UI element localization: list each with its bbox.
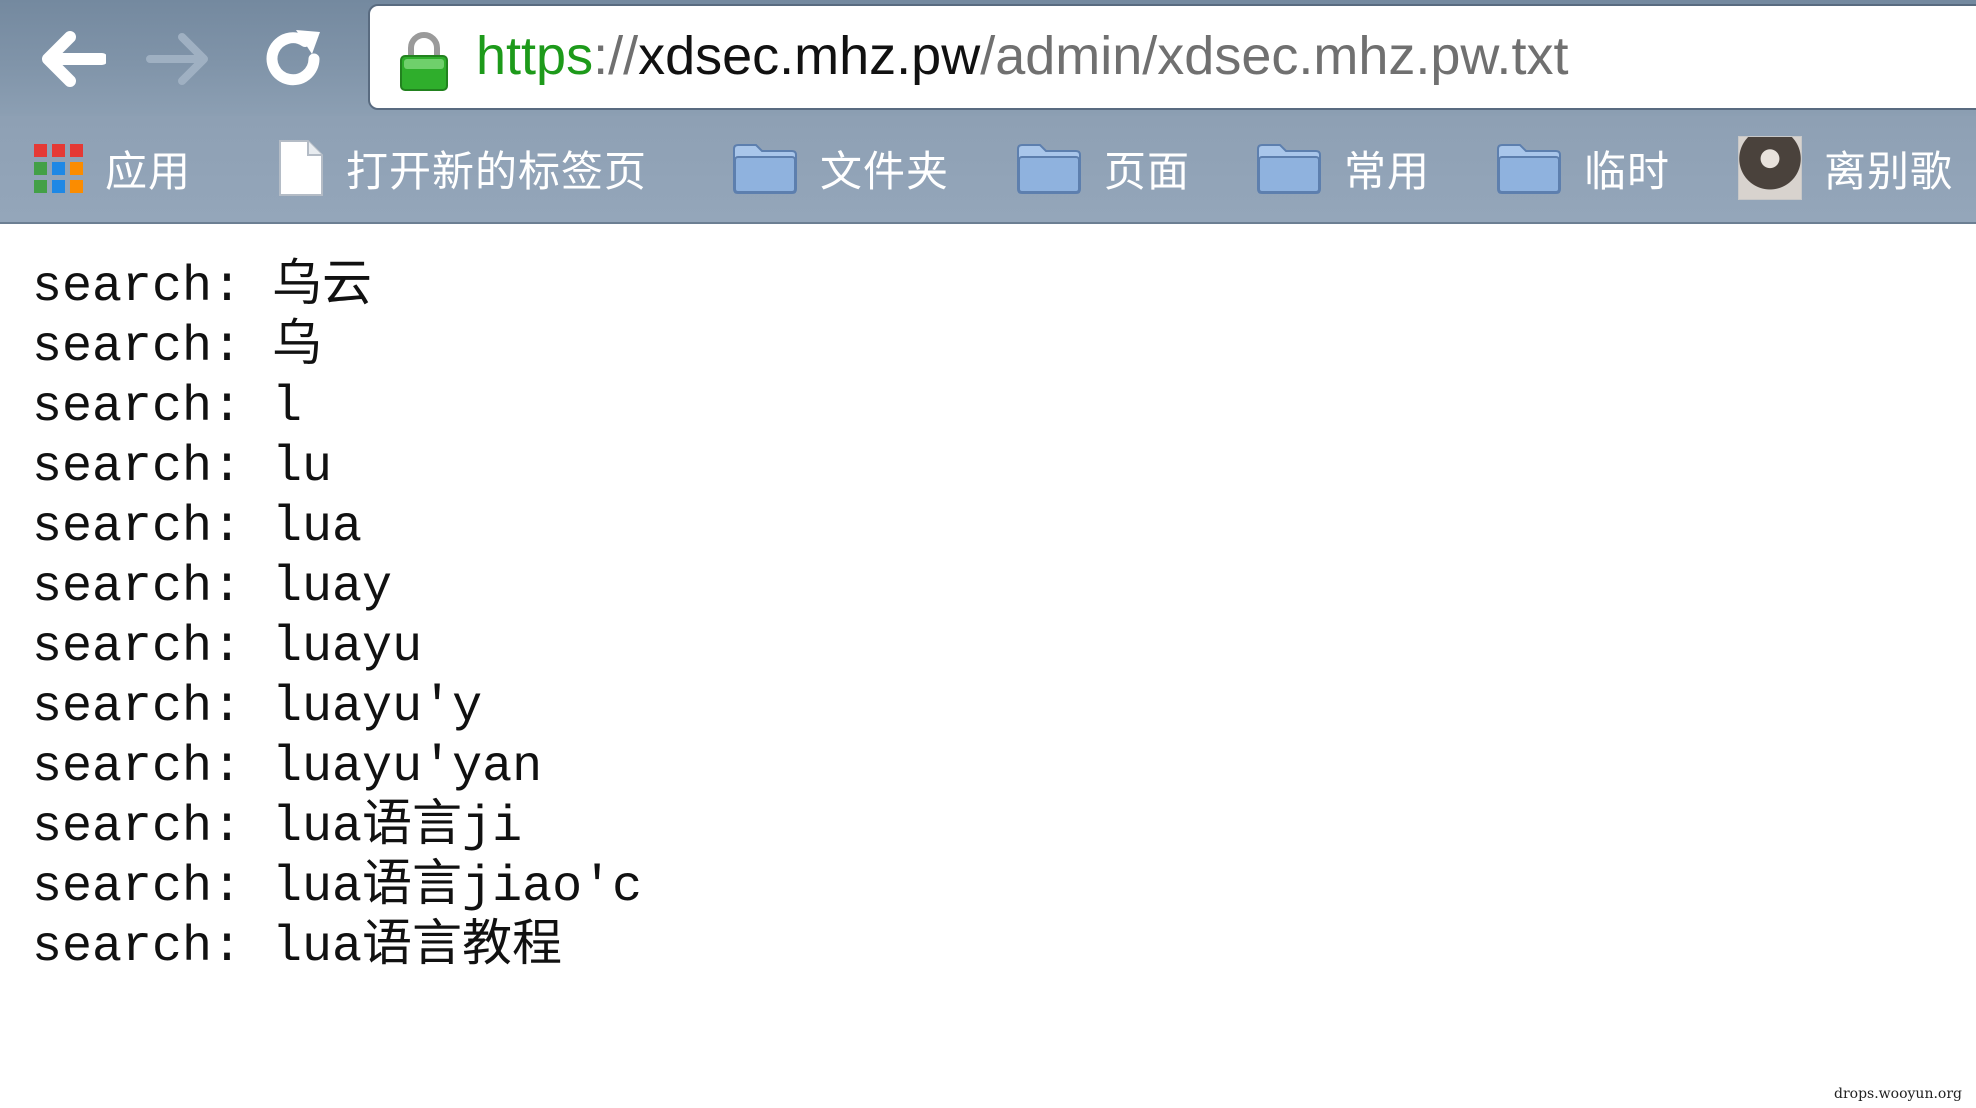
log-line-value: lu: [272, 439, 333, 496]
bookmark-folder-pages[interactable]: 页面: [1016, 134, 1190, 202]
log-line: search: luayu'yan: [32, 738, 642, 798]
log-line-value: lua语言教程: [272, 919, 563, 976]
bookmark-folder-files[interactable]: 文件夹: [732, 134, 949, 202]
bookmark-label: 页面: [1104, 146, 1191, 196]
reload-button[interactable]: [248, 22, 338, 96]
bookmarks-bar: 应用 打开新的标签页 文件夹 页面 常用 临时 离别歌: [0, 116, 1976, 224]
log-line-prefix: search:: [32, 439, 273, 496]
log-line: search: lu: [32, 438, 642, 498]
forward-arrow-icon: [146, 28, 216, 90]
log-line-value: l: [272, 379, 303, 436]
log-line: search: 乌云: [32, 258, 642, 318]
log-line-prefix: search:: [32, 319, 273, 376]
log-line-value: luayu'y: [272, 679, 483, 736]
url-separator: ://: [593, 26, 639, 86]
back-button[interactable]: [26, 22, 116, 96]
log-line-value: luay: [272, 559, 393, 616]
bookmark-label: 文件夹: [820, 146, 950, 196]
log-line-prefix: search:: [32, 619, 273, 676]
log-line-value: 乌云: [272, 259, 373, 316]
log-line-prefix: search:: [32, 799, 273, 856]
url-host: xdsec.mhz.pw: [638, 26, 981, 86]
bookmark-apps[interactable]: 应用: [34, 134, 191, 202]
page-icon: [278, 139, 324, 197]
log-line: search: lua: [32, 498, 642, 558]
log-line: search: lua语言jiao'c: [32, 858, 642, 918]
back-arrow-icon: [36, 28, 106, 90]
folder-icon: [1496, 141, 1562, 195]
log-line: search: 乌: [32, 318, 642, 378]
folder-icon: [1256, 141, 1322, 195]
log-line-prefix: search:: [32, 499, 273, 556]
address-bar[interactable]: https://xdsec.mhz.pw/admin/xdsec.mhz.pw.…: [368, 4, 1976, 110]
plain-text-document: search: 乌云 search: 乌 search: l search: l…: [32, 258, 642, 978]
log-line: search: luayu: [32, 618, 642, 678]
log-line: search: l: [32, 378, 642, 438]
bookmark-libiege[interactable]: 离别歌: [1738, 134, 1953, 202]
log-line-prefix: search:: [32, 859, 273, 916]
log-line-value: luayu'yan: [272, 739, 543, 796]
log-line-value: lua: [272, 499, 363, 556]
log-line: search: lua语言教程: [32, 918, 642, 978]
log-line-prefix: search:: [32, 559, 273, 616]
log-line-value: 乌: [272, 319, 323, 376]
log-line-prefix: search:: [32, 919, 273, 976]
log-line-prefix: search:: [32, 379, 273, 436]
reload-icon: [260, 26, 326, 92]
browser-toolbar: https://xdsec.mhz.pw/admin/xdsec.mhz.pw.…: [0, 0, 1976, 116]
bookmark-label: 离别歌: [1824, 146, 1954, 196]
log-line-value: lua语言jiao'c: [272, 859, 643, 916]
bookmark-label: 临时: [1584, 146, 1671, 196]
log-line-value: luayu: [272, 619, 423, 676]
url-text[interactable]: https://xdsec.mhz.pw/admin/xdsec.mhz.pw.…: [476, 22, 1568, 90]
folder-icon: [732, 141, 798, 195]
bookmark-folder-common[interactable]: 常用: [1256, 134, 1430, 202]
watermark-text: drops.wooyun.org: [1834, 1086, 1962, 1102]
log-line: search: luayu'y: [32, 678, 642, 738]
log-line-prefix: search:: [32, 679, 273, 736]
log-line-prefix: search:: [32, 739, 273, 796]
log-line-prefix: search:: [32, 259, 273, 316]
url-path: /admin/xdsec.mhz.pw.txt: [980, 26, 1569, 86]
bookmark-label: 常用: [1344, 146, 1431, 196]
log-line-value: lua语言ji: [272, 799, 523, 856]
lock-icon: [398, 30, 450, 97]
folder-icon: [1016, 141, 1082, 195]
apps-grid-icon: [34, 143, 83, 193]
bookmark-label: 应用: [105, 146, 192, 196]
log-line: search: lua语言ji: [32, 798, 642, 858]
avatar-icon: [1738, 136, 1802, 200]
bookmark-folder-temp[interactable]: 临时: [1496, 134, 1670, 202]
forward-button[interactable]: [136, 22, 226, 96]
url-scheme: https: [476, 26, 594, 86]
log-line: search: luay: [32, 558, 642, 618]
bookmark-new-tab[interactable]: 打开新的标签页: [278, 134, 647, 202]
bookmark-label: 打开新的标签页: [346, 146, 648, 196]
